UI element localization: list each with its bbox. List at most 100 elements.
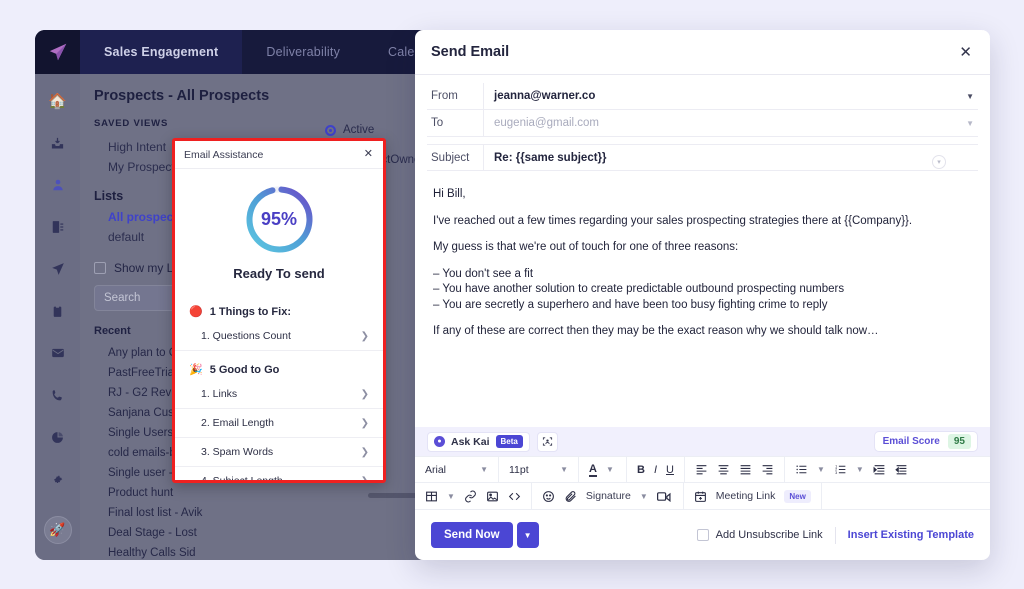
group-heading-to-fix: 🔴 1 Things to Fix: (175, 305, 383, 318)
beta-badge: Beta (496, 435, 523, 448)
send-now-button[interactable]: Send Now (431, 522, 513, 548)
ai-bar-left: ● Ask Kai Beta (427, 432, 558, 452)
recent-item[interactable]: Deal Stage - Lost (94, 523, 305, 543)
check-item-label: 2. Email Length (201, 417, 274, 429)
check-item-subject-length[interactable]: 4. Subject Length ❯ (175, 467, 383, 483)
email-assistance-header: Email Assistance ✕ (175, 141, 383, 169)
from-field-row[interactable]: From jeanna@warner.co ▼ (427, 83, 978, 110)
to-expand-icon[interactable]: ▾ (932, 155, 946, 169)
check-item-spam-words[interactable]: 3. Spam Words ❯ (175, 438, 383, 467)
image-icon[interactable] (486, 490, 499, 503)
check-item-questions-count[interactable]: 1. Questions Count ❯ (175, 322, 383, 351)
media-group: Signature ▼ (532, 483, 684, 509)
body-greeting: Hi Bill, (433, 187, 972, 203)
link-icon[interactable] (464, 490, 477, 503)
body-paragraph-3: If any of these are correct then they ma… (433, 324, 972, 340)
recent-item[interactable]: Product hunt (94, 483, 305, 503)
send-options-chevron-down-icon[interactable]: ▼ (517, 522, 539, 548)
body-paragraph-2: My guess is that we're out of touch for … (433, 240, 972, 256)
status-label: Active (343, 124, 374, 136)
subject-input[interactable]: Re: {{same subject}} (483, 145, 978, 170)
chevron-down-icon[interactable]: ▼ (856, 465, 864, 474)
document-list-icon[interactable] (45, 214, 71, 240)
face-scan-icon[interactable] (537, 432, 558, 452)
svg-text:3: 3 (835, 471, 837, 475)
check-item-email-length[interactable]: 2. Email Length ❯ (175, 409, 383, 438)
send-plane-icon[interactable] (45, 256, 71, 282)
rocket-icon[interactable]: 🚀 (44, 516, 72, 544)
video-icon[interactable] (657, 491, 673, 502)
check-item-label: 3. Spam Words (201, 446, 273, 458)
modal-header: Send Email ✕ (415, 30, 990, 75)
text-color-picker[interactable]: A ▼ (579, 457, 627, 482)
email-assistance-popup: Email Assistance ✕ 95% (172, 138, 386, 483)
align-left-icon[interactable] (695, 463, 708, 476)
calendar-icon[interactable] (694, 490, 707, 503)
italic-icon[interactable]: I (654, 464, 657, 476)
new-badge: New (784, 490, 810, 503)
font-family-select[interactable]: Arial ▼ (415, 457, 499, 482)
meeting-link-group[interactable]: Meeting Link New (684, 483, 822, 509)
signature-button[interactable]: Signature (586, 490, 631, 502)
font-size-select[interactable]: 11pt ▼ (499, 457, 579, 482)
bold-icon[interactable]: B (637, 464, 645, 476)
to-field-row[interactable]: To eugenia@gmail.com ▼ (427, 110, 978, 137)
font-family-value: Arial (425, 464, 446, 476)
check-item-links[interactable]: 1. Links ❯ (175, 380, 383, 409)
chevron-down-icon[interactable]: ▼ (817, 465, 825, 474)
phone-icon[interactable] (45, 382, 71, 408)
align-center-icon[interactable] (717, 463, 730, 476)
table-icon[interactable] (425, 490, 438, 503)
subject-field-row[interactable]: Subject Re: {{same subject}} (427, 144, 978, 171)
email-fields: From jeanna@warner.co ▼ To eugenia@gmail… (415, 75, 990, 171)
toolbar-spacer (822, 483, 990, 509)
gear-icon[interactable] (45, 466, 71, 492)
chevron-down-icon[interactable]: ▼ (966, 92, 978, 101)
email-assistance-body: 🔴 1 Things to Fix: 1. Questions Count ❯ … (175, 281, 383, 483)
score-caption: Ready To send (233, 266, 325, 281)
to-input[interactable]: eugenia@gmail.com (483, 110, 966, 136)
indent-icon[interactable] (895, 463, 908, 476)
underline-icon[interactable]: U (666, 464, 674, 476)
recent-item[interactable]: Final lost list - Avik (94, 503, 305, 523)
inbox-download-icon[interactable] (45, 130, 71, 156)
footer-right: Add Unsubscribe Link Insert Existing Tem… (697, 527, 974, 544)
align-justify-icon[interactable] (739, 463, 752, 476)
email-assistance-title: Email Assistance (184, 149, 263, 161)
clipboard-icon[interactable] (45, 298, 71, 324)
to-label: To (427, 117, 483, 129)
close-icon[interactable]: ✕ (959, 45, 972, 60)
code-icon[interactable] (508, 490, 521, 503)
bullet-list-icon[interactable] (795, 463, 808, 476)
pie-chart-icon[interactable] (45, 424, 71, 450)
numbered-list-icon[interactable]: 123 (834, 463, 847, 476)
person-icon[interactable] (45, 172, 71, 198)
add-unsubscribe-checkbox[interactable]: Add Unsubscribe Link (697, 529, 823, 541)
body-bullet-2: – You have another solution to create pr… (433, 282, 972, 298)
emoji-icon[interactable] (542, 490, 555, 503)
insert-existing-template-link[interactable]: Insert Existing Template (848, 529, 974, 541)
recent-item[interactable]: Healthy Calls Sid (94, 543, 305, 560)
home-icon[interactable]: 🏠 (45, 88, 71, 114)
top-tab-deliverability[interactable]: Deliverability (242, 30, 364, 74)
envelope-icon[interactable] (45, 340, 71, 366)
kai-avatar-icon: ● (434, 436, 445, 447)
group-heading-label: 1 Things to Fix: (210, 306, 291, 318)
app-logo[interactable] (35, 30, 80, 74)
paperclip-icon[interactable] (564, 490, 577, 503)
email-body[interactable]: Hi Bill, I've reached out a few times re… (415, 171, 990, 427)
ask-kai-button[interactable]: ● Ask Kai Beta (427, 432, 530, 452)
chevron-down-icon: ▼ (560, 465, 568, 474)
outdent-icon[interactable] (873, 463, 886, 476)
chevron-down-icon[interactable]: ▼ (447, 492, 455, 501)
text-color-icon[interactable]: A (589, 463, 597, 477)
body-bullet-3: – You are secretly a superhero and have … (433, 298, 972, 314)
close-icon[interactable]: ✕ (364, 149, 373, 160)
top-tab-sales-engagement[interactable]: Sales Engagement (80, 30, 242, 74)
chevron-down-icon[interactable]: ▼ (640, 492, 648, 501)
chevron-right-icon: ❯ (361, 418, 369, 429)
align-right-icon[interactable] (761, 463, 774, 476)
check-item-label: 1. Questions Count (201, 330, 291, 342)
email-score-badge[interactable]: Email Score 95 (874, 431, 978, 452)
chevron-down-icon[interactable]: ▼ (966, 119, 978, 128)
